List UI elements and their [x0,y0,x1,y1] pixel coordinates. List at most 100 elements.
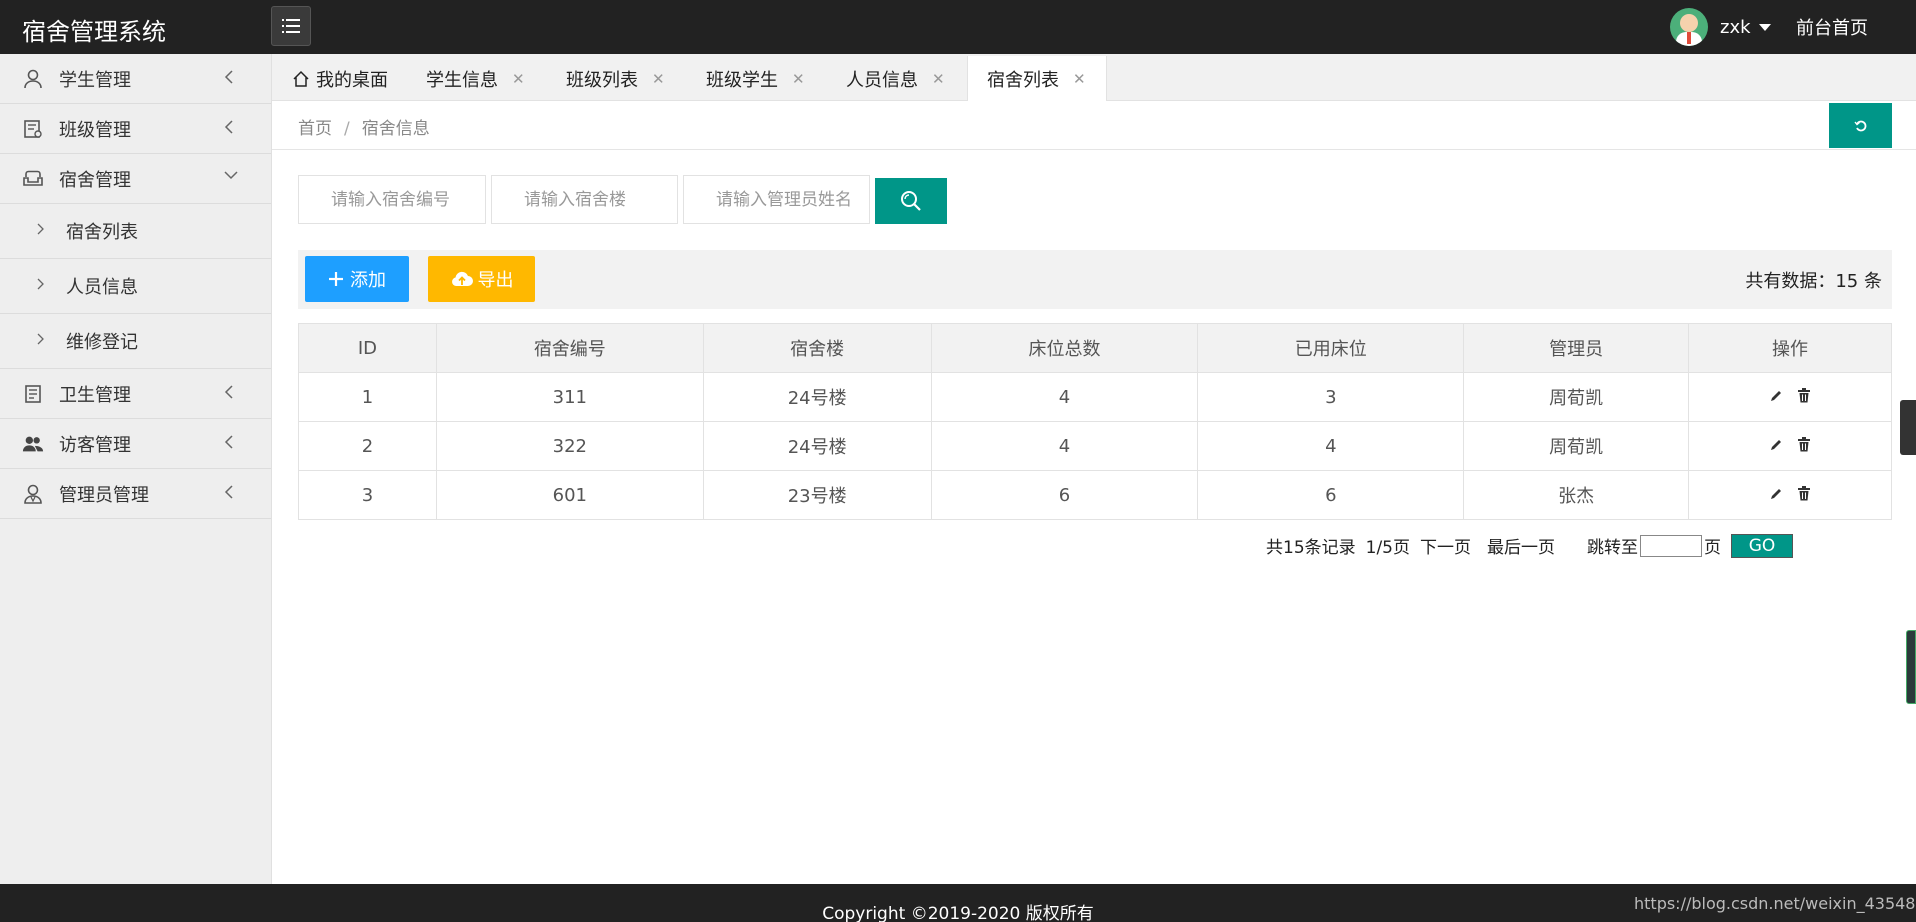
sidebar-subitem-personnel[interactable]: 人员信息 [0,259,271,314]
chevron-left-icon [224,385,233,399]
dorm-table: ID 宿舍编号 宿舍楼 床位总数 已用床位 管理员 操作 1 311 24号楼 … [298,323,1892,520]
close-icon[interactable]: ✕ [512,70,525,88]
close-icon[interactable]: ✕ [652,70,665,88]
trash-icon[interactable] [1797,387,1811,408]
trash-icon[interactable] [1797,485,1811,506]
table-cell: 4 [930,421,1199,471]
tab-label: 学生信息 [426,69,498,91]
home-icon [293,70,309,87]
refresh-button[interactable] [1829,103,1892,148]
tab-personnel-info[interactable]: 人员信息 ✕ [846,56,945,101]
side-tool-widget[interactable] [1900,400,1916,455]
copyright: Copyright ©2019-2020 版权所有 [822,904,1094,922]
search-button[interactable] [875,178,947,224]
sidebar-item-dorm[interactable]: 宿舍管理 [0,154,271,204]
close-icon[interactable]: ✕ [932,70,945,88]
close-icon[interactable]: ✕ [792,70,805,88]
chevron-down-icon [224,171,238,180]
table-cell: 24号楼 [702,421,932,471]
tab-label: 班级学生 [706,69,778,91]
close-icon[interactable]: ✕ [1073,70,1086,88]
footer: Copyright ©2019-2020 版权所有 https://blog.c… [0,884,1916,922]
side-tool-widget[interactable] [1906,630,1916,704]
menu-toggle-button[interactable] [271,6,311,46]
jump-label: 跳转至 [1587,538,1638,558]
next-page-link[interactable]: 下一页 [1420,533,1471,558]
room-number-input[interactable] [298,175,486,224]
table-row: 3 601 23号楼 6 6 张杰 [298,470,1892,520]
column-header: 已用床位 [1197,323,1465,373]
breadcrumb-home[interactable]: 首页 [298,119,332,139]
export-button[interactable]: 导出 [428,256,535,302]
users-icon [22,433,44,455]
chevron-right-icon [37,278,44,290]
export-button-label: 导出 [477,270,514,291]
table-cell: 6 [930,470,1199,520]
sidebar-item-label: 管理员管理 [59,484,149,506]
tab-dorm-list[interactable]: 宿舍列表 ✕ [967,56,1107,102]
table-cell: 4 [1197,421,1465,471]
row-actions [1688,470,1892,520]
row-actions [1688,421,1892,471]
avatar [1670,8,1708,46]
tab-bar: 我的桌面 学生信息 ✕ 班级列表 ✕ 班级学生 ✕ 人员信息 ✕ 宿舍列表 ✕ [272,54,1916,102]
table-cell: 311 [435,372,704,422]
tab-class-list[interactable]: 班级列表 ✕ [566,56,665,101]
chevron-left-icon [224,485,233,499]
tab-label: 人员信息 [846,69,918,91]
front-home-link[interactable]: 前台首页 [1796,14,1868,40]
document-icon [22,383,44,405]
sidebar-item-student[interactable]: 学生管理 [0,54,271,104]
chevron-right-icon [37,333,44,345]
jump-suffix: 页 [1704,538,1721,558]
sidebar-item-visitor[interactable]: 访客管理 [0,419,271,469]
tab-label: 我的桌面 [316,69,388,91]
refresh-icon [1853,120,1866,131]
sidebar: 学生管理 班级管理 宿舍管理 宿舍列表 人员信息 维修登记 卫生管理 访客管理 … [0,54,272,884]
page-jump-input[interactable] [1640,534,1702,557]
tab-class-students[interactable]: 班级学生 ✕ [706,56,805,101]
sidebar-item-label: 学生管理 [59,69,131,91]
admin-name-input[interactable] [683,175,870,224]
sidebar-subitem-repair[interactable]: 维修登记 [0,314,271,369]
record-count: 共15条记录 [1266,538,1356,558]
chevron-left-icon [224,120,233,134]
breadcrumb-bar: 首页 / 宿舍信息 [272,101,1916,150]
column-header: 宿舍编号 [435,323,704,373]
sidebar-item-label: 宿舍管理 [59,169,131,191]
chevron-right-icon [37,223,44,235]
class-icon [22,118,44,140]
table-header-row: ID 宿舍编号 宿舍楼 床位总数 已用床位 管理员 操作 [298,323,1892,373]
column-header: 床位总数 [930,323,1199,373]
tab-label: 班级列表 [566,69,638,91]
sidebar-item-admin[interactable]: 管理员管理 [0,469,271,519]
sidebar-item-hygiene[interactable]: 卫生管理 [0,369,271,419]
edit-icon[interactable] [1769,387,1783,408]
user-menu[interactable]: zxk [1670,8,1771,46]
sofa-icon [22,168,44,190]
breadcrumb-separator: / [344,119,350,139]
table-cell: 322 [435,421,704,471]
last-page-link[interactable]: 最后一页 [1487,533,1555,558]
menu-icon [282,19,300,33]
table-cell: 周荀凯 [1463,421,1690,471]
chevron-left-icon [224,435,233,449]
page-info: 1/5页 [1365,538,1410,558]
sidebar-item-label: 访客管理 [59,434,131,456]
sidebar-item-label: 班级管理 [59,119,131,141]
sidebar-item-class[interactable]: 班级管理 [0,104,271,154]
table-cell: 6 [1197,470,1465,520]
go-button[interactable]: GO [1731,533,1793,558]
building-input[interactable] [491,175,678,224]
user-icon [22,68,44,90]
caret-down-icon [1758,23,1771,31]
trash-icon[interactable] [1797,436,1811,457]
tab-desktop[interactable]: 我的桌面 [292,56,388,101]
pagination: 共15条记录 1/5页 下一页 最后一页 跳转至 页 GO [1266,533,1793,558]
tab-student-info[interactable]: 学生信息 ✕ [426,56,525,101]
edit-icon[interactable] [1769,485,1783,506]
table-toolbar: 添加 导出 共有数据：15 条 [298,250,1892,309]
edit-icon[interactable] [1769,436,1783,457]
add-button[interactable]: 添加 [305,256,409,302]
sidebar-subitem-dorm-list[interactable]: 宿舍列表 [0,204,271,259]
